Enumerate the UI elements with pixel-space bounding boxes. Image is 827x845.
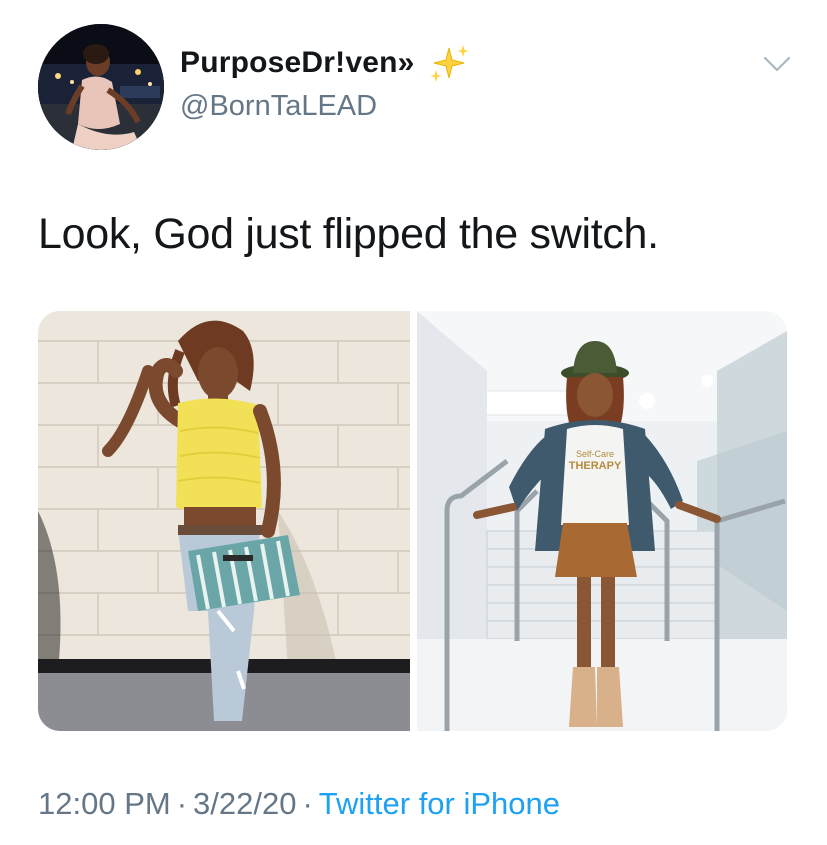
tweet-meta: 12:00 PM · 3/22/20 · Twitter for iPhone [38,786,560,822]
meta-separator-2: · [302,786,313,821]
sparkles-icon [430,45,470,82]
avatar-image [38,24,164,150]
tweet-date[interactable]: 3/22/20 [193,786,296,821]
display-name[interactable]: PurposeDr!ven» [180,44,471,84]
chevron-down-icon[interactable] [762,54,792,74]
photo-left[interactable] [38,311,410,731]
photo-left-image [38,311,410,731]
source-link[interactable]: Twitter for iPhone [319,786,560,821]
photo-right[interactable]: Self-Care THERAPY [417,311,787,731]
handle[interactable]: @BornTaLEAD [180,90,377,123]
meta-separator: · [176,786,188,821]
photo-right-image: Self-Care THERAPY [417,311,787,731]
tweet-time[interactable]: 12:00 PM [38,786,171,821]
avatar[interactable] [38,24,164,150]
display-name-text: PurposeDr!ven» [180,45,415,79]
tweet-text: Look, God just flipped the switch. [38,210,659,258]
hoodie-text-1: Self-Care [576,449,614,459]
hoodie-text-2: THERAPY [569,460,622,472]
